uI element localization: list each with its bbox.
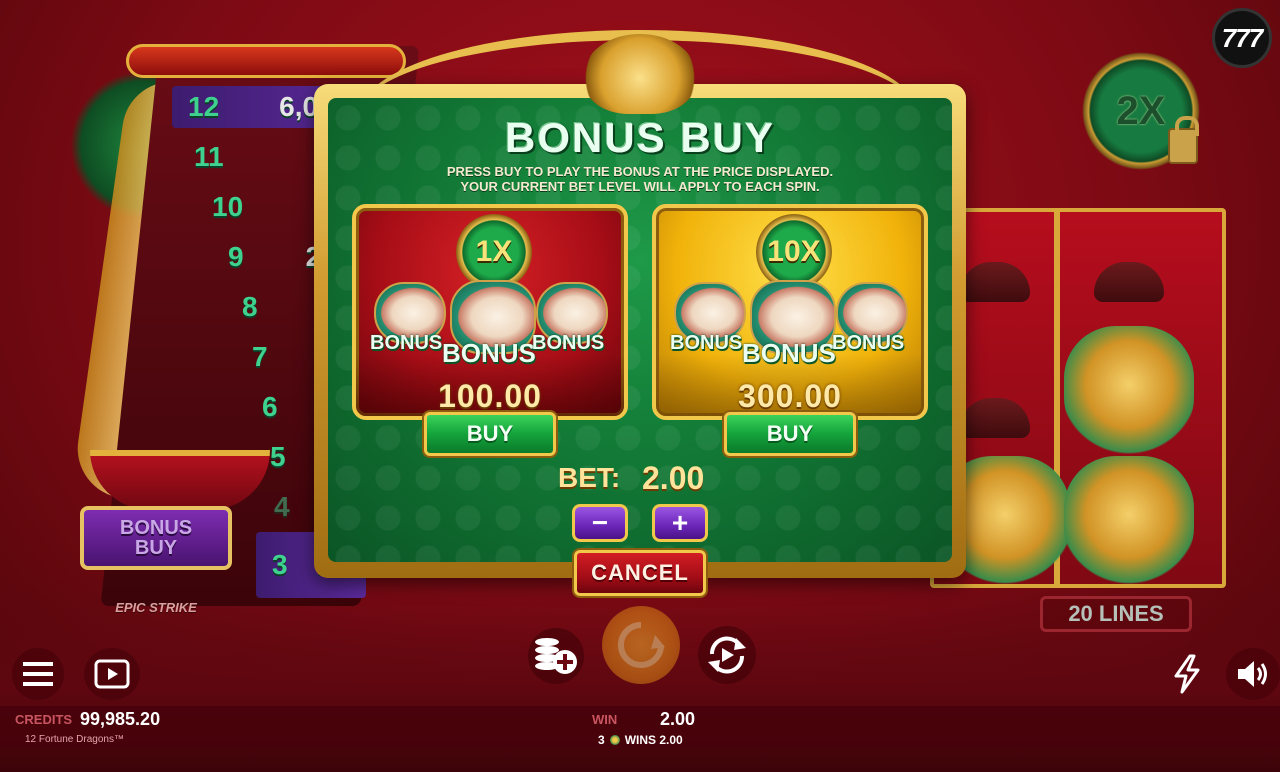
paytable-scroll-top bbox=[126, 44, 406, 78]
paytable-row: 5 bbox=[270, 436, 286, 478]
paytable-level: 4 bbox=[274, 491, 290, 522]
epic-strike-logo: EPIC STRIKE bbox=[115, 599, 197, 615]
paytable-level: 10 bbox=[212, 191, 244, 222]
credits-value: 99,985.20 bbox=[80, 709, 161, 729]
paytable-row: 6 bbox=[262, 386, 278, 428]
bonus-symbol-label: BONUS bbox=[670, 332, 743, 354]
instruction-line: PRESS BUY TO PLAY THE BONUS AT THE PRICE… bbox=[446, 164, 834, 179]
paytable-row: 4 bbox=[274, 486, 290, 528]
paytable-row: 9 2 bbox=[228, 236, 321, 278]
dragon-symbol bbox=[1064, 456, 1194, 586]
dragon-symbol bbox=[1064, 326, 1194, 456]
multiplier-badge: 10X bbox=[756, 214, 832, 290]
bonus-buy-button[interactable]: BONUS BUY bbox=[80, 506, 232, 570]
bonus-symbol-label: BONUS bbox=[832, 332, 905, 354]
spin-button[interactable] bbox=[602, 606, 680, 684]
bet-label: BET: bbox=[558, 462, 621, 493]
bonus-symbol-label: BONUS bbox=[742, 338, 836, 368]
autoplay-icon bbox=[708, 636, 746, 674]
play-video-icon bbox=[94, 659, 130, 689]
sound-button[interactable] bbox=[1226, 648, 1280, 700]
modal-title: BONUS BUY bbox=[504, 114, 776, 161]
hamburger-icon bbox=[23, 662, 53, 686]
menu-button[interactable] bbox=[12, 648, 64, 700]
bet-decrease-button[interactable]: − bbox=[572, 504, 628, 542]
credits-label: CREDITS bbox=[15, 712, 73, 727]
turbo-button[interactable] bbox=[1164, 650, 1210, 698]
modal-instructions: PRESS BUY TO PLAY THE BONUS AT THE PRICE… bbox=[314, 164, 966, 194]
bet-value: 2.00 bbox=[642, 460, 705, 496]
dragon-crest-icon bbox=[584, 34, 696, 114]
win-symbol-count: 3 bbox=[598, 733, 605, 747]
paytable-level: 3 bbox=[272, 549, 288, 580]
speaker-icon bbox=[1238, 661, 1267, 687]
paytable-level: 12 bbox=[188, 91, 220, 122]
bonus-option-1x: 1X BONUS BONUS BONUS 100.00 bbox=[352, 204, 628, 420]
coins-plus-icon bbox=[535, 638, 577, 674]
paytable-level: 7 bbox=[252, 341, 268, 372]
dragon-symbol-icon bbox=[609, 735, 620, 745]
bonus-symbol-label: BONUS bbox=[442, 338, 536, 368]
win-detail: 3 WINS 2.00 bbox=[598, 733, 683, 747]
lightning-icon bbox=[1174, 654, 1200, 694]
video-button[interactable] bbox=[84, 648, 140, 700]
cancel-button[interactable]: CANCEL bbox=[574, 550, 706, 596]
paytable-level: 6 bbox=[262, 391, 278, 422]
brand-logo: 777 bbox=[1212, 8, 1272, 68]
paytable-level: 8 bbox=[242, 291, 258, 322]
bonus-symbol-label: BONUS bbox=[370, 332, 443, 354]
lines-badge: 20 LINES bbox=[1040, 596, 1192, 632]
paytable-level: 5 bbox=[270, 441, 286, 472]
multiplier-value: 2X bbox=[1116, 88, 1166, 133]
spin-icon bbox=[618, 622, 665, 668]
win-label: WIN bbox=[592, 712, 618, 727]
paytable-level: 11 bbox=[194, 141, 224, 172]
game-name: 12 Fortune Dragons™ bbox=[25, 734, 124, 745]
bet-options-button[interactable] bbox=[528, 628, 584, 684]
bonus-symbol-label: BONUS bbox=[532, 332, 605, 354]
autoplay-button[interactable] bbox=[698, 626, 756, 684]
paytable-level: 9 bbox=[228, 241, 244, 272]
multiplier-badge: 1X bbox=[456, 214, 532, 290]
bet-increase-button[interactable]: + bbox=[652, 504, 708, 542]
paytable-value: 6,0 bbox=[279, 91, 319, 122]
bonus-price: 100.00 bbox=[438, 378, 542, 414]
bonus-option-10x: 10X BONUS BONUS BONUS 300.00 bbox=[652, 204, 928, 420]
instruction-line: YOUR CURRENT BET LEVEL WILL APPLY TO EAC… bbox=[460, 179, 820, 194]
lock-icon bbox=[1168, 116, 1199, 164]
win-detail-text: WINS 2.00 bbox=[624, 733, 683, 747]
bonus-price: 300.00 bbox=[738, 378, 842, 414]
buy-button-1x[interactable]: BUY bbox=[424, 412, 556, 456]
buy-button-10x[interactable]: BUY bbox=[724, 412, 856, 456]
paytable-row: 8 bbox=[242, 286, 258, 328]
win-value: 2.00 bbox=[660, 709, 696, 729]
paytable-row: 7 bbox=[252, 336, 268, 378]
